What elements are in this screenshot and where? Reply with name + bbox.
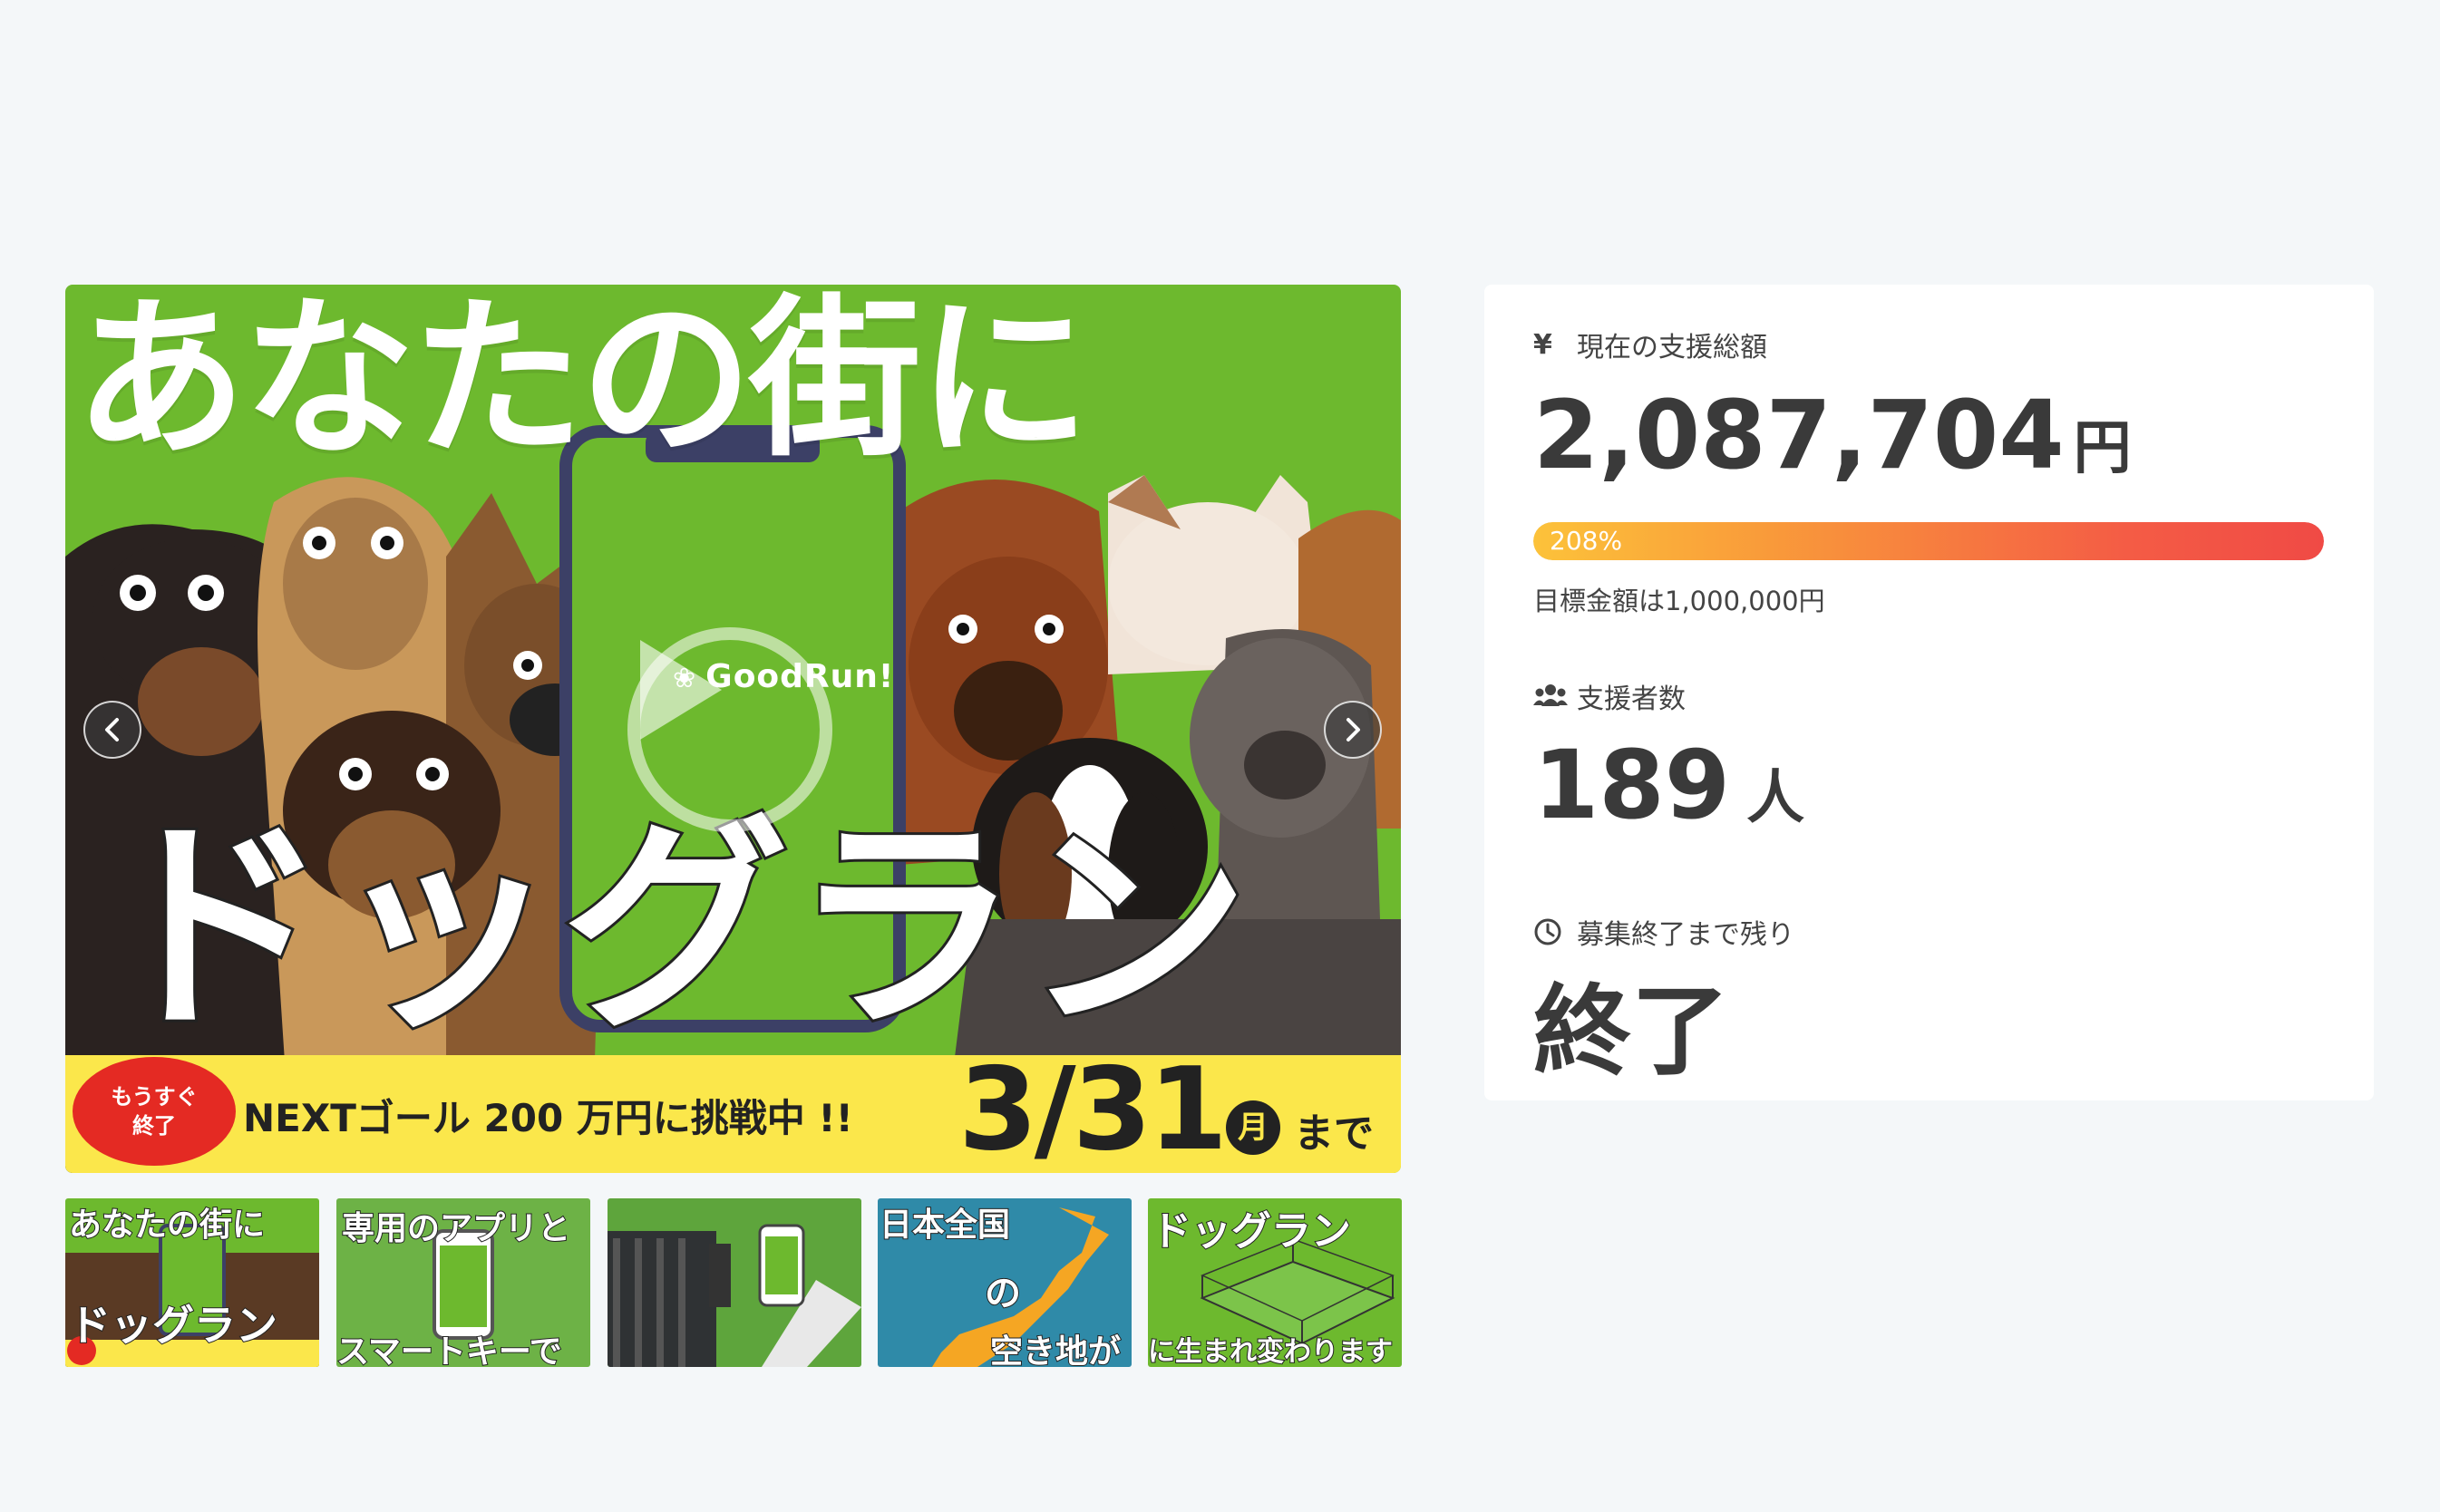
total-label-row: ¥ 現在の支援総額: [1533, 325, 1767, 364]
thumbnail-5[interactable]: ドッグラン に生まれ変わります: [1148, 1198, 1402, 1367]
banner-text: NEXTゴール 200 万円に挑戦中 !!: [243, 1096, 853, 1140]
thumbnail-3-art: [608, 1224, 861, 1367]
supporters-value: 189: [1533, 730, 1731, 840]
thumbnail-3[interactable]: [608, 1198, 861, 1367]
thumbnail-5-label-bottom: に生まれ変わります: [1148, 1335, 1394, 1367]
ending-soon-badge: もうすぐ 終了: [73, 1057, 236, 1166]
next-slide-button[interactable]: [1324, 701, 1382, 759]
banner-suffix: まで: [1294, 1110, 1374, 1157]
remaining-label: 募集終了まで残り: [1577, 919, 1794, 951]
play-icon: [640, 640, 722, 740]
progress-text: 208%: [1550, 526, 1623, 556]
banner-date: 3/31: [958, 1042, 1228, 1173]
yen-icon: ¥: [1533, 328, 1552, 361]
chevron-right-icon: [1346, 718, 1360, 741]
funding-stats-panel: ¥ 現在の支援総額 2,087,704 円 208% 目標金額は1,000,000…: [1484, 285, 2374, 1100]
main-media-slide[interactable]: あなたの街に ドッグラン ❀GoodRun! もうすぐ 終了 NEXTゴール 2…: [65, 285, 1401, 1173]
thumbnail-4-label-bottom: 空き地が: [989, 1333, 1122, 1367]
thumbnail-1[interactable]: あなたの街に ドッグラン: [65, 1198, 319, 1367]
total-unit: 円: [2073, 415, 2132, 482]
thumbnail-5-label-top: ドッグラン: [1151, 1207, 1352, 1255]
clock-icon: [1533, 917, 1568, 946]
thumbnail-2-label-bottom: スマートキーで: [336, 1333, 563, 1367]
thumbnail-1-label-bottom: ドッグラン: [68, 1300, 278, 1351]
badge-line1: もうすぐ: [111, 1084, 198, 1110]
total-label: 現在の支援総額: [1577, 332, 1767, 363]
thumbnail-4-label-mid: の: [984, 1272, 1022, 1315]
hero-big-text: ドッグラン: [99, 793, 1253, 1062]
progress-fill: [1533, 522, 2324, 560]
supporters-unit: 人: [1746, 765, 1805, 832]
badge-line2: 終了: [132, 1113, 176, 1139]
thumbnail-1-label-top: あなたの街に: [68, 1206, 266, 1245]
thumbnail-4[interactable]: 日本全国 の 空き地が: [878, 1198, 1132, 1367]
supporters-label: 支援者数: [1577, 683, 1686, 715]
supporters-count: 189 人: [1533, 731, 1804, 853]
thumbnail-2[interactable]: 専用のアプリと スマートキーで: [336, 1198, 590, 1367]
play-button[interactable]: [627, 627, 832, 832]
total-value: 2,087,704: [1533, 380, 2065, 490]
total-amount: 2,087,704 円: [1533, 381, 2132, 503]
supporters-label-row: 支援者数: [1533, 676, 1686, 716]
hero-title: あなたの街に: [74, 285, 1090, 480]
prev-slide-button[interactable]: [83, 701, 141, 759]
chevron-left-icon: [105, 718, 119, 741]
goal-text: 目標金額は1,000,000円: [1533, 586, 1825, 616]
progress-bar: 208%: [1533, 522, 2324, 560]
remaining-label-row: 募集終了まで残り: [1533, 912, 1794, 952]
thumbnail-4-label-top: 日本全国: [879, 1206, 1011, 1245]
thumbnail-2-label-top: 専用のアプリと: [341, 1209, 571, 1248]
users-icon: [1533, 683, 1568, 710]
remaining-value: 終了: [1533, 975, 1730, 1089]
banner-day: 月: [1226, 1100, 1280, 1155]
